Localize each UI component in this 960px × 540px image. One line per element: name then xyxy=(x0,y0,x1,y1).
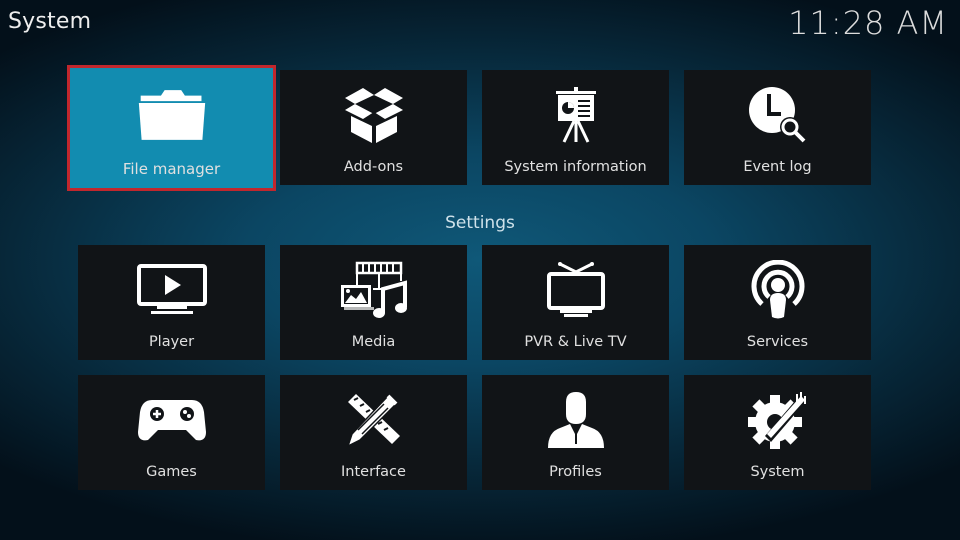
tile-label: Event log xyxy=(743,159,812,175)
clock-search-icon xyxy=(743,84,813,146)
box-icon xyxy=(339,84,409,146)
broadcast-icon xyxy=(743,259,813,321)
tile-label: Games xyxy=(146,464,197,480)
tile-profiles[interactable]: Profiles xyxy=(482,375,669,490)
tile-label: System information xyxy=(504,159,647,175)
tile-services[interactable]: Services xyxy=(684,245,871,360)
media-icon xyxy=(339,259,409,321)
tile-games[interactable]: Games xyxy=(78,375,265,490)
clock: 11:28 AM xyxy=(788,4,948,42)
pencil-ruler-icon xyxy=(339,389,409,451)
tile-label: Player xyxy=(148,334,195,350)
user-icon xyxy=(541,389,611,451)
tv-play-icon xyxy=(136,259,207,321)
tile-label: Services xyxy=(746,334,809,350)
tile-system[interactable]: System xyxy=(684,375,871,490)
tile-add-ons[interactable]: Add-ons xyxy=(280,70,467,185)
tile-label: Add-ons xyxy=(343,159,404,175)
tile-pvr-live-tv[interactable]: PVR & Live TV xyxy=(482,245,669,360)
tile-interface[interactable]: Interface xyxy=(280,375,467,490)
tile-file-manager[interactable]: File manager xyxy=(67,65,276,191)
tile-label: PVR & Live TV xyxy=(524,334,627,350)
tile-label: Profiles xyxy=(549,464,602,480)
tile-label: Media xyxy=(351,334,396,350)
tile-label: Interface xyxy=(341,464,406,480)
page-title: System xyxy=(8,9,92,34)
tile-label: File manager xyxy=(122,160,221,178)
tile-event-log[interactable]: Event log xyxy=(684,70,871,185)
presentation-board-icon xyxy=(541,84,611,146)
gamepad-icon xyxy=(137,389,207,451)
antenna-tv-icon xyxy=(541,259,611,321)
tile-system-information[interactable]: System information xyxy=(482,70,669,185)
settings-heading: Settings xyxy=(445,213,515,233)
folder-icon xyxy=(137,84,207,146)
gear-wrench-icon xyxy=(743,389,813,451)
tile-media[interactable]: Media xyxy=(280,245,467,360)
tile-label: System xyxy=(750,464,805,480)
tile-player[interactable]: Player xyxy=(78,245,265,360)
